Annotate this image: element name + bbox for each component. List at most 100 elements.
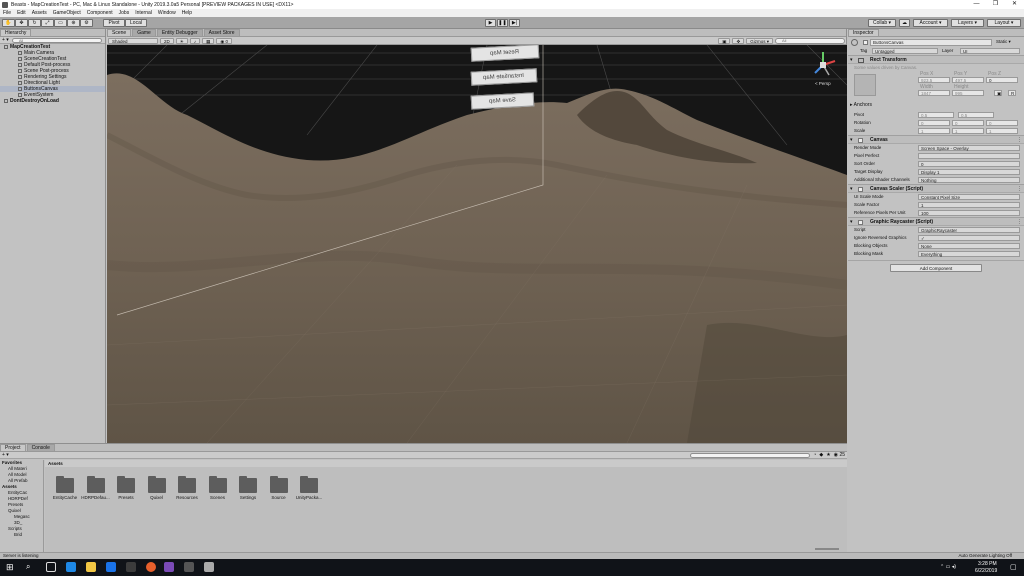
unity-editor-icon[interactable] (184, 562, 194, 572)
scene-viewport[interactable]: Reset Map Instantiate Map Save Map < Per… (107, 45, 847, 443)
pos-z-field[interactable]: 0 (986, 77, 1018, 83)
pos-y-field[interactable]: 497.5 (952, 77, 984, 83)
property-value[interactable]: ✓ (918, 235, 1020, 241)
tools-icon[interactable]: ✥ (732, 37, 745, 44)
assets-breadcrumb[interactable]: Assets (45, 460, 847, 467)
orientation-gizmo-icon[interactable] (807, 49, 839, 81)
asset-folder[interactable]: Quixel (142, 476, 172, 500)
layout-dropdown[interactable]: Layout ▾ (987, 19, 1021, 27)
pivot-x-field[interactable]: 0.5 (918, 112, 954, 118)
component-menu-icon[interactable]: ⋮ (1017, 218, 1022, 226)
tab-scene[interactable]: Scene (107, 29, 132, 36)
firefox-icon[interactable] (146, 562, 156, 572)
pos-x-field[interactable]: 923.5 (918, 77, 950, 83)
menu-internal[interactable]: Internal (132, 10, 155, 16)
audio-toggle-icon[interactable]: ♪ (189, 37, 201, 44)
tray-icons[interactable]: ⌃ ▭ ◂) (940, 564, 956, 570)
rect-transform-header[interactable]: ▾ Rect Transform (848, 55, 1024, 64)
raw-edit-button[interactable]: R (1008, 90, 1016, 96)
asset-folder[interactable]: Scenes (203, 476, 233, 500)
property-value[interactable]: Screen Space - Overlay (918, 145, 1020, 151)
lighting-toggle-icon[interactable]: ☀ (175, 37, 188, 44)
icon-size-slider[interactable] (815, 548, 839, 550)
add-component-button[interactable]: Add Component (890, 264, 982, 272)
property-value[interactable]: GraphicRaycaster (918, 227, 1020, 233)
scale-x-field[interactable]: 1 (918, 128, 950, 134)
property-value[interactable]: Everything (918, 251, 1020, 257)
component-menu-icon[interactable]: ⋮ (1017, 185, 1022, 193)
rotation-z-field[interactable]: 0 (986, 120, 1018, 126)
pivot-toggle[interactable]: Pivot (103, 19, 125, 27)
pivot-y-field[interactable]: 0.5 (958, 112, 994, 118)
create-dropdown[interactable]: + ▾ (2, 37, 9, 43)
menu-file[interactable]: File (0, 10, 14, 16)
shading-dropdown[interactable]: Shaded (108, 37, 158, 44)
asset-folder[interactable]: EntityCache (50, 476, 80, 500)
static-dropdown[interactable]: Static ▾ (996, 37, 1011, 47)
scale-y-field[interactable]: 1 (952, 128, 984, 134)
tab-asset-store[interactable]: Asset Store (203, 29, 240, 36)
unity-hub-icon[interactable] (126, 562, 136, 572)
scaler-enabled-checkbox[interactable] (858, 187, 863, 192)
asset-folder[interactable]: Presets (111, 476, 141, 500)
tab-game[interactable]: Game (132, 29, 156, 36)
asset-folder[interactable]: Resources (172, 476, 202, 500)
anchors-foldout[interactable]: ▸ Anchors (850, 102, 872, 108)
hidden-objects-icon[interactable]: ◉ 0 (216, 37, 233, 44)
minimize-button[interactable]: — (967, 0, 986, 9)
asset-folder[interactable]: Source (264, 476, 294, 500)
property-value[interactable]: Display 1 (918, 169, 1020, 175)
tab-entity-debugger[interactable]: Entity Debugger (156, 29, 203, 36)
rotation-x-field[interactable]: 0 (918, 120, 950, 126)
property-value[interactable]: Constant Pixel Size (918, 194, 1020, 200)
project-search-input[interactable] (690, 452, 811, 458)
property-value[interactable]: 0 (918, 161, 1020, 167)
anchor-preset-icon[interactable] (854, 74, 876, 96)
property-value[interactable]: 1 (918, 202, 1020, 208)
rotate-tool-button[interactable]: ↻ (28, 19, 41, 27)
property-value[interactable]: None (918, 243, 1020, 249)
cloud-icon[interactable]: ☁ (899, 19, 910, 27)
graphic-raycaster-header[interactable]: ▾ Graphic Raycaster (Script) ⋮ (848, 217, 1024, 226)
hierarchy-item[interactable]: DontDestroyOnLoad (0, 98, 105, 104)
blueprint-icon[interactable]: ▣ (994, 90, 1002, 96)
tag-dropdown[interactable]: Untagged (872, 48, 938, 54)
layers-dropdown[interactable]: Layers ▾ (951, 19, 984, 27)
menu-gameobject[interactable]: GameObject (50, 10, 84, 16)
menu-component[interactable]: Component (84, 10, 116, 16)
start-icon[interactable]: ⊞ (6, 562, 16, 572)
favorite-icon[interactable]: ★ (826, 452, 830, 458)
height-field[interactable]: 995 (952, 90, 984, 96)
clock-time[interactable]: 3:28 PM (978, 561, 997, 567)
app-icon[interactable] (204, 562, 214, 572)
transform-tool-button[interactable]: ⊕ (67, 19, 80, 27)
2d-toggle[interactable]: 2D (160, 37, 174, 44)
scene-search-input[interactable]: All (775, 37, 845, 44)
notification-icon[interactable]: ▢ (1010, 563, 1017, 571)
menu-jobs[interactable]: Jobs (116, 10, 133, 16)
menu-edit[interactable]: Edit (14, 10, 29, 16)
custom-tool-button[interactable]: ⚙ (80, 19, 93, 27)
canvas-scaler-header[interactable]: ▾ Canvas Scaler (Script) ⋮ (848, 184, 1024, 193)
width-field[interactable]: 1847 (918, 90, 950, 96)
asset-folder[interactable]: UnityPacka... (294, 476, 324, 500)
local-toggle[interactable]: Local (125, 19, 147, 27)
canvas-enabled-checkbox[interactable] (858, 138, 863, 143)
tab-inspector[interactable]: Inspector (848, 29, 879, 36)
task-view-icon[interactable] (46, 562, 56, 572)
menu-help[interactable]: Help (179, 10, 195, 16)
file-explorer-icon[interactable] (86, 562, 96, 572)
play-button[interactable]: ▶ (485, 19, 496, 27)
scale-tool-button[interactable]: ⤢ (41, 19, 54, 27)
property-value[interactable]: Nothing (918, 177, 1020, 183)
filter-label-icon[interactable]: ◆ (819, 452, 823, 458)
account-dropdown[interactable]: Account ▾ (913, 19, 948, 27)
rect-tool-button[interactable]: ▭ (54, 19, 67, 27)
scale-z-field[interactable]: 1 (986, 128, 1018, 134)
clock-date[interactable]: 6/22/2019 (975, 568, 997, 574)
object-name-field[interactable]: ButtonsCanvas (870, 39, 992, 46)
move-tool-button[interactable]: ✥ (15, 19, 28, 27)
tab-hierarchy[interactable]: Hierarchy (0, 29, 32, 36)
property-value[interactable] (918, 153, 1020, 159)
pause-button[interactable]: ❚❚ (497, 19, 508, 27)
